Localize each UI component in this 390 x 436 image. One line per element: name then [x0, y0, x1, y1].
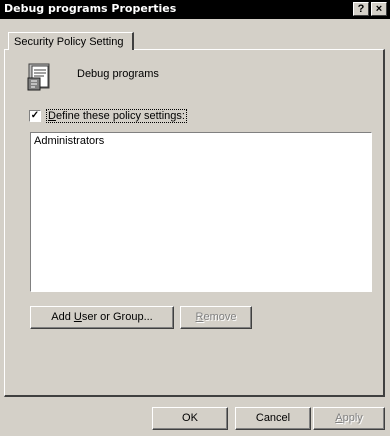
add-user-or-group-button[interactable]: Add User or Group...: [30, 306, 174, 329]
remove-button[interactable]: Remove: [180, 306, 252, 329]
apply-button[interactable]: Apply: [313, 407, 385, 430]
define-policy-label-accel: D: [48, 110, 56, 122]
define-policy-label[interactable]: Define these policy settings:: [46, 109, 187, 123]
apply-label-post: pply: [342, 412, 363, 424]
properties-dialog: Debug programs Properties ? × Security P…: [0, 0, 390, 436]
members-listbox[interactable]: Administrators: [30, 132, 372, 292]
policy-book-icon: [27, 63, 50, 91]
tab-security-policy-setting[interactable]: Security Policy Setting: [8, 32, 134, 50]
title-bar[interactable]: Debug programs Properties ? ×: [0, 0, 390, 19]
define-policy-label-post: efine these policy settings:: [55, 110, 185, 122]
add-label-pre: Add: [51, 311, 74, 323]
window-title: Debug programs Properties: [4, 2, 177, 15]
help-button[interactable]: ?: [353, 2, 369, 16]
define-policy-checkbox[interactable]: ✓: [29, 110, 41, 122]
close-button[interactable]: ×: [371, 2, 387, 16]
cancel-button[interactable]: Cancel: [235, 407, 311, 430]
list-item[interactable]: Administrators: [34, 135, 368, 147]
add-label-accel: U: [73, 311, 82, 323]
ok-button[interactable]: OK: [152, 407, 228, 430]
remove-label-post: emove: [203, 311, 237, 323]
policy-name: Debug programs: [77, 68, 159, 80]
add-label-post: ser or Group...: [81, 311, 153, 323]
apply-label-accel: A: [335, 412, 343, 424]
